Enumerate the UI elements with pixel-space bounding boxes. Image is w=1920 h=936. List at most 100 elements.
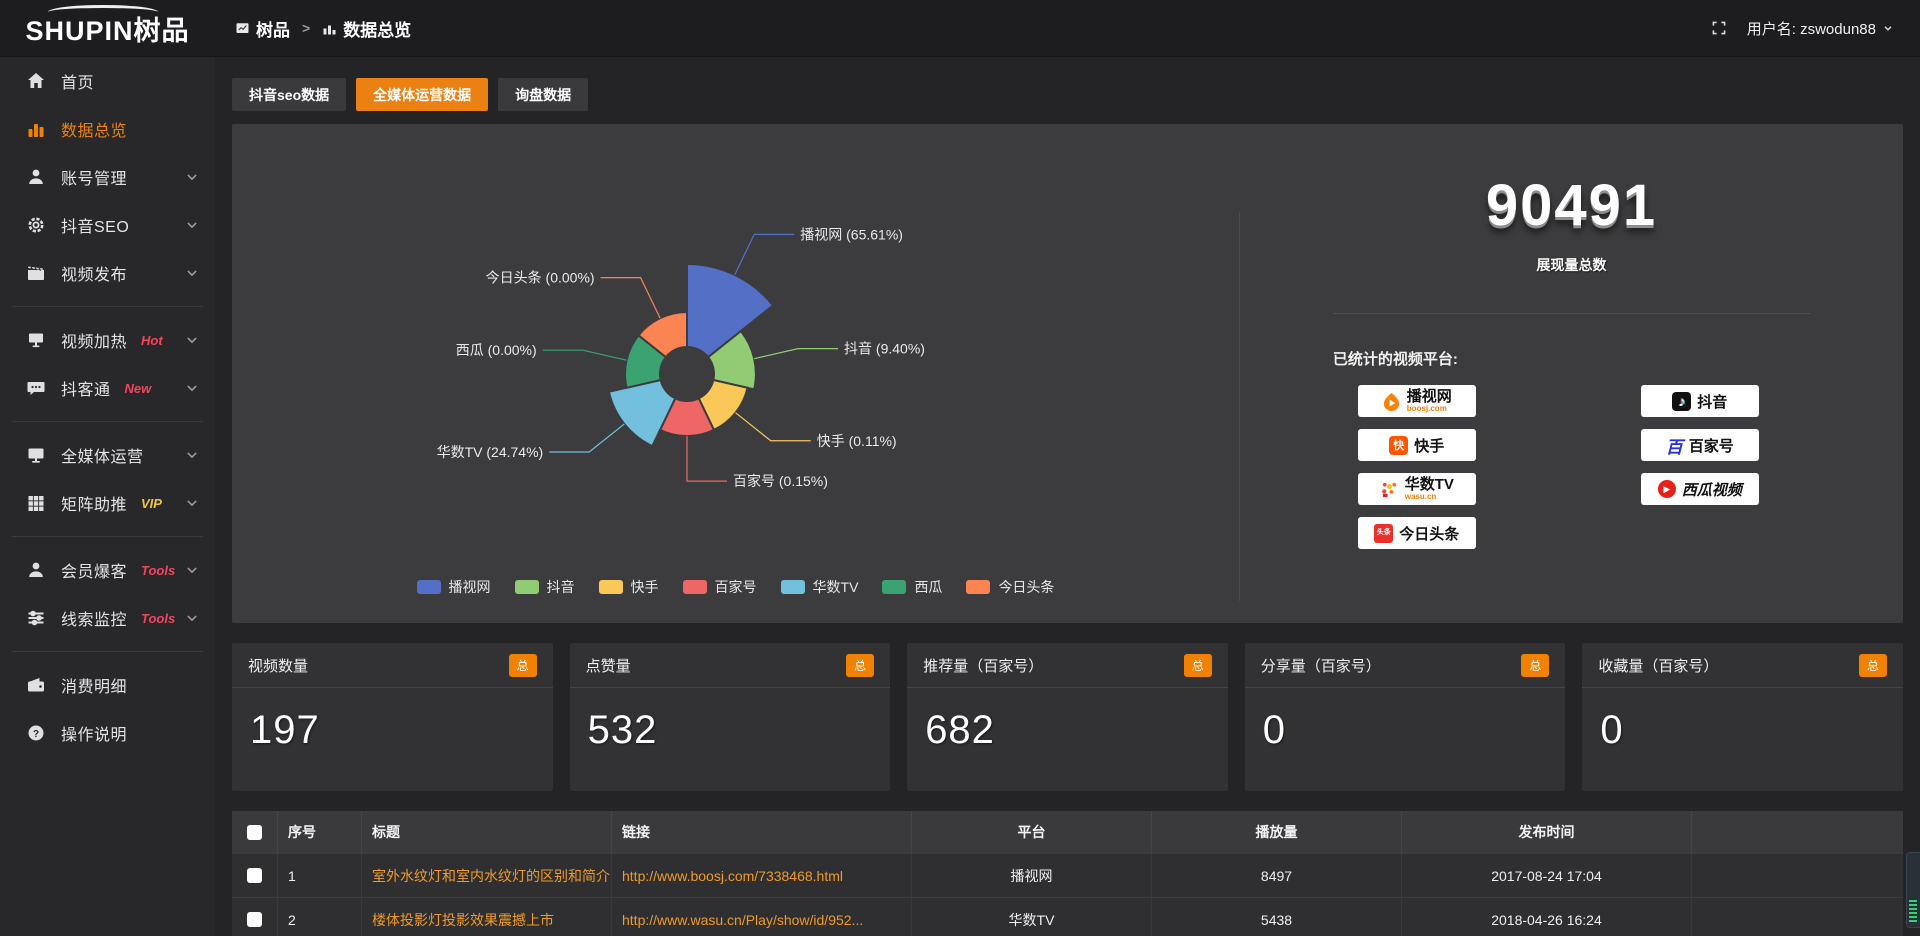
legend-item-西瓜[interactable]: 西瓜: [882, 577, 942, 597]
sidebar-item-account[interactable]: 账号管理: [0, 153, 215, 201]
sidebar-divider: [12, 306, 203, 307]
total-badge[interactable]: 总: [1184, 654, 1212, 677]
stat-card-likes: 点赞量 总 532: [570, 643, 891, 791]
video-title-link[interactable]: 室外水纹灯和室内水纹灯的区别和简介: [372, 866, 610, 886]
platform-badge-douyin[interactable]: ♪ 抖音: [1641, 385, 1759, 417]
bar-chart-icon: [322, 21, 337, 36]
tab-douyin-seo-data[interactable]: 抖音seo数据: [232, 78, 346, 111]
total-badge[interactable]: 总: [509, 654, 537, 677]
col-title: 标题: [362, 811, 612, 853]
label-leader-line: [687, 436, 727, 481]
total-impressions-value: 90491: [1333, 172, 1810, 239]
sliders-icon: [26, 608, 46, 628]
sidebar-item-douyin-seo[interactable]: 抖音SEO: [0, 201, 215, 249]
top-bar: SHUPIN树品 树品 > 数据总览 用户名: zswodun88: [0, 0, 1920, 57]
toutiao-logo-icon: 头条: [1374, 524, 1393, 543]
sidebar-item-spending-detail[interactable]: 消费明细: [0, 661, 215, 709]
breadcrumb-current[interactable]: 数据总览: [322, 16, 411, 41]
platform-badge-wasu[interactable]: 华数TV wasu.cn: [1358, 473, 1476, 505]
col-plays: 播放量: [1152, 811, 1402, 853]
summary-divider: [1333, 313, 1810, 314]
sidebar-item-home[interactable]: 首页: [0, 57, 215, 105]
sidebar-item-video-heat[interactable]: 视频加热 Hot: [0, 316, 215, 364]
sidebar-item-video-publish[interactable]: 视频发布: [0, 249, 215, 297]
stat-title: 点赞量: [586, 655, 631, 676]
chevron-down-icon: [185, 448, 199, 462]
sidebar-item-label: 账号管理: [61, 165, 127, 189]
breadcrumb-root[interactable]: 树品: [235, 16, 290, 41]
breadcrumb-current-label: 数据总览: [343, 16, 411, 41]
breadcrumb-root-label: 树品: [256, 16, 290, 41]
chevron-down-icon: [185, 266, 199, 280]
chevron-down-icon: [185, 218, 199, 232]
stat-card-recommends: 推荐量（百家号） 总 682: [907, 643, 1228, 791]
sidebar-item-data-overview[interactable]: 数据总览: [0, 105, 215, 153]
user-icon: [26, 167, 46, 187]
row-checkbox[interactable]: [247, 912, 262, 927]
platform-badge-boosj[interactable]: 播视网 boosj.com: [1358, 385, 1476, 417]
video-title-link[interactable]: 楼体投影灯投影效果震撼上市: [372, 910, 554, 930]
sidebar-item-instructions[interactable]: ? 操作说明: [0, 709, 215, 757]
legend-label: 华数TV: [813, 577, 859, 597]
sidebar-item-label: 消费明细: [61, 673, 127, 697]
legend-swatch: [417, 580, 441, 594]
platform-badge-baijiahao[interactable]: 百 百家号: [1641, 429, 1759, 461]
legend-item-今日头条[interactable]: 今日头条: [966, 577, 1054, 597]
total-badge[interactable]: 总: [1859, 654, 1887, 677]
fullscreen-icon[interactable]: [1711, 20, 1727, 36]
sidebar-item-lead-monitor[interactable]: 线索监控 Tools: [0, 594, 215, 642]
platform-badge-kuaishou[interactable]: 快 快手: [1358, 429, 1476, 461]
legend-item-华数TV[interactable]: 华数TV: [781, 577, 859, 597]
sidebar-item-member-burst[interactable]: 会员爆客 Tools: [0, 546, 215, 594]
floating-widget[interactable]: [1906, 852, 1920, 928]
platforms-title: 已统计的视频平台:: [1333, 348, 1810, 369]
vip-badge: VIP: [141, 496, 162, 511]
sidebar: 首页 数据总览 账号管理 抖音SEO 视频发布: [0, 57, 215, 936]
pie-label: 播视网 (65.61%): [800, 226, 903, 242]
user-menu[interactable]: 用户名: zswodun88: [1747, 18, 1894, 39]
chevron-down-icon: [185, 563, 199, 577]
grid-icon: [26, 493, 46, 513]
sidebar-item-label: 抖音SEO: [61, 213, 129, 237]
total-badge[interactable]: 总: [1521, 654, 1549, 677]
pie-slice-华数TV[interactable]: [609, 380, 675, 446]
wasu-logo-icon: [1380, 480, 1399, 499]
legend-item-百家号[interactable]: 百家号: [683, 577, 757, 597]
select-all-checkbox[interactable]: [247, 825, 262, 840]
stat-cards-row: 视频数量 总 197 点赞量 总 532 推荐量（百家号） 总 682 分享量（…: [232, 643, 1903, 791]
row-checkbox[interactable]: [247, 868, 262, 883]
platform-badge-xigua[interactable]: ▶ 西瓜视频: [1641, 473, 1759, 505]
legend-label: 播视网: [449, 577, 491, 597]
platform-name: 播视网: [1407, 389, 1452, 404]
summary-region: 90491 展现量总数 已统计的视频平台: 播视网 boosj.com: [1240, 124, 1903, 623]
sidebar-item-label: 矩阵助推: [61, 491, 127, 515]
pie-label: 快手 (0.11%): [817, 433, 897, 449]
table-row: 1 室外水纹灯和室内水纹灯的区别和简介 http://www.boosj.com…: [232, 853, 1903, 897]
video-url-link[interactable]: http://www.boosj.com/7338468.html: [622, 868, 843, 884]
total-badge[interactable]: 总: [846, 654, 874, 677]
legend-item-播视网[interactable]: 播视网: [417, 577, 491, 597]
stat-title: 收藏量（百家号）: [1598, 655, 1718, 676]
app-logo[interactable]: SHUPIN树品: [0, 0, 215, 57]
monitor-icon: [26, 445, 46, 465]
kuaishou-logo-icon: 快: [1389, 436, 1408, 455]
douyin-logo-icon: ♪: [1672, 392, 1691, 411]
label-leader-line: [736, 413, 811, 441]
legend-item-抖音[interactable]: 抖音: [515, 577, 575, 597]
sidebar-item-douketong[interactable]: 抖客通 New: [0, 364, 215, 412]
legend-label: 快手: [631, 577, 659, 597]
sidebar-item-matrix-boost[interactable]: 矩阵助推 VIP: [0, 479, 215, 527]
tab-omnimedia-data[interactable]: 全媒体运营数据: [356, 78, 488, 111]
xigua-logo-icon: ▶: [1658, 480, 1676, 498]
bar-chart-icon: [26, 119, 46, 139]
sidebar-item-label: 全媒体运营: [61, 443, 144, 467]
stat-card-video-count: 视频数量 总 197: [232, 643, 553, 791]
legend-item-快手[interactable]: 快手: [599, 577, 659, 597]
video-url-link[interactable]: http://www.wasu.cn/Play/show/id/952...: [622, 912, 863, 928]
tab-bar: 抖音seo数据 全媒体运营数据 询盘数据: [232, 78, 1903, 111]
sidebar-item-omnimedia[interactable]: 全媒体运营: [0, 431, 215, 479]
platform-badge-toutiao[interactable]: 头条 今日头条: [1358, 517, 1476, 549]
user-icon: [26, 560, 46, 580]
platform-name: 百家号: [1689, 435, 1734, 456]
tab-inquiry-data[interactable]: 询盘数据: [498, 78, 588, 111]
